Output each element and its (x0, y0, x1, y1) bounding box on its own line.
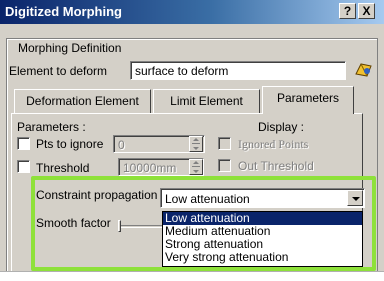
help-button[interactable]: ? (339, 3, 356, 19)
tab-deformation-element[interactable]: Deformation Element (14, 89, 151, 114)
pts-to-ignore-spinner[interactable] (189, 136, 203, 152)
title-bar[interactable]: Digitized Morphing ? X (0, 0, 384, 24)
out-threshold-label: Out Threshold (238, 159, 314, 173)
close-button[interactable]: X (358, 3, 375, 19)
digitized-morphing-dialog: Digitized Morphing ? X Morphing Definiti… (0, 0, 384, 271)
out-threshold-checkbox[interactable] (218, 159, 231, 172)
bottom-divider (0, 271, 384, 272)
constraint-dropdown-list: Low attenuation Medium attenuation Stron… (162, 211, 363, 267)
chevron-down-icon[interactable] (347, 190, 363, 206)
ignored-points-label: Ignored Points (238, 137, 309, 151)
morphing-definition-legend: Morphing Definition (15, 41, 125, 55)
tab-parameters[interactable]: Parameters (262, 86, 354, 114)
parameters-heading: Parameters : (17, 120, 86, 134)
constraint-selected-value: Low attenuation (165, 192, 250, 206)
threshold-checkbox[interactable] (17, 160, 30, 173)
display-heading: Display : (258, 120, 305, 134)
option-very-strong-attenuation[interactable]: Very strong attenuation (163, 251, 362, 264)
threshold-label: Threshold (36, 161, 90, 175)
constraint-propagation-select[interactable]: Low attenuation (160, 188, 365, 208)
threshold-value: 10000mm (123, 161, 177, 175)
threshold-spinner[interactable] (189, 159, 203, 175)
pts-to-ignore-value: 0 (118, 138, 125, 152)
tab-limit-element[interactable]: Limit Element (153, 89, 260, 114)
window-title: Digitized Morphing (5, 4, 122, 19)
ignored-points-checkbox[interactable] (218, 137, 231, 150)
smooth-factor-label: Smooth factor (36, 216, 111, 230)
smooth-factor-track (118, 225, 162, 228)
surface-picker-icon[interactable] (353, 60, 375, 80)
pts-to-ignore-checkbox[interactable] (17, 137, 30, 150)
constraint-propagation-label: Constraint propagation (36, 188, 158, 202)
pts-to-ignore-label: Pts to ignore (36, 137, 104, 151)
element-to-deform-value: surface to deform (135, 64, 229, 78)
smooth-factor-slider[interactable] (118, 220, 121, 232)
element-to-deform-label: Element to deform (9, 64, 108, 78)
element-to-deform-field[interactable]: surface to deform (130, 61, 346, 80)
